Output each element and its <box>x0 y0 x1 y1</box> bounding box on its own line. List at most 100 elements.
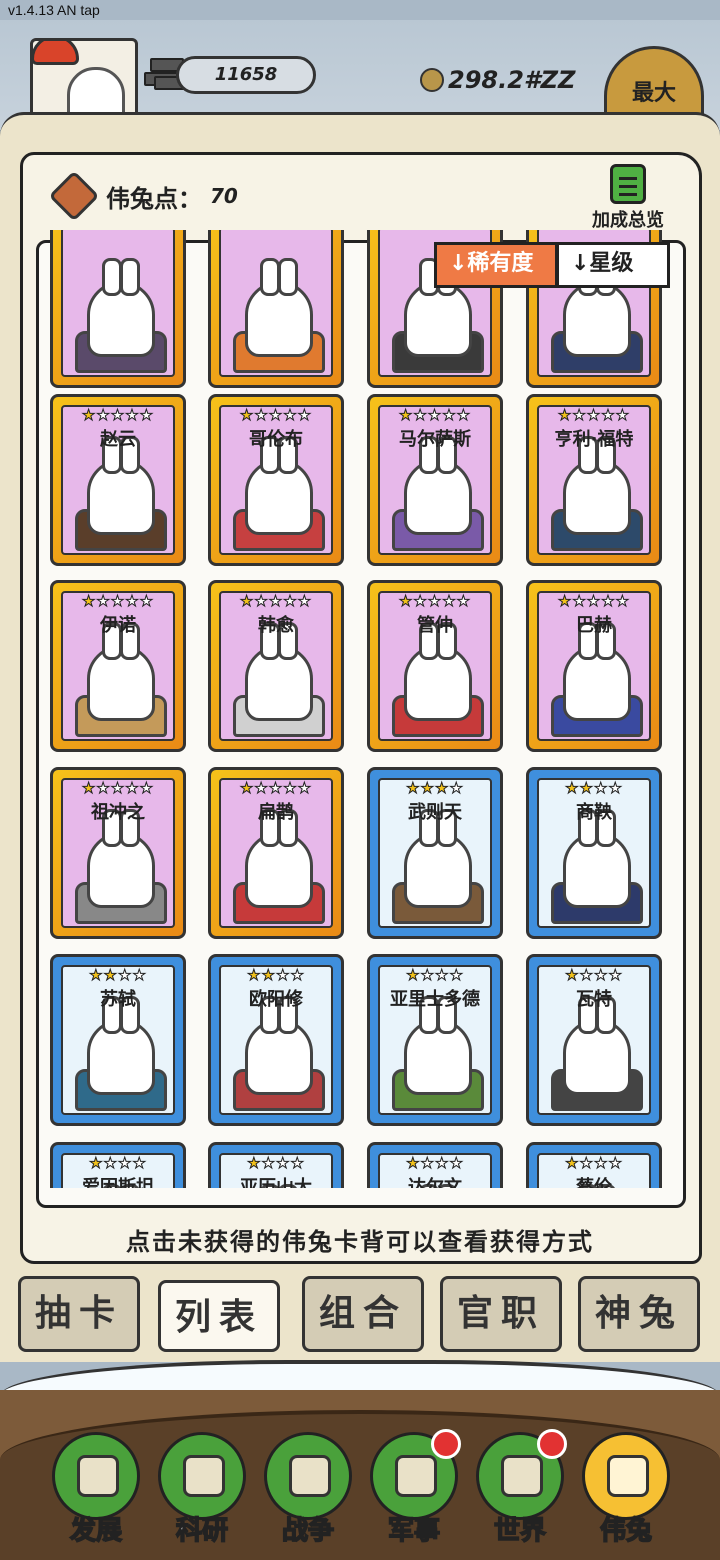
card-name: 商鞅 <box>576 802 612 823</box>
tab-4[interactable]: 神兔 <box>578 1276 700 1352</box>
helmet-icon <box>395 1455 437 1497</box>
rabbit-character-icon <box>87 809 155 908</box>
nav-circle <box>370 1429 461 1520</box>
card-grid[interactable]: ★★★★★ 赵云 ★★★★★ 哥伦布 ★★★★★ 马尔萨斯 ★★★★★ 亨利·福特 ★★★★★ 伊… <box>50 230 672 1188</box>
hero-card[interactable]: ★★★★ 商鞅 <box>526 767 662 939</box>
hero-card[interactable]: ★★★★ 武则天 <box>367 767 503 939</box>
hat-icon <box>33 41 79 65</box>
star-rating: ★★★★★ <box>398 406 472 424</box>
nav-button[interactable]: 世界 <box>474 1429 567 1552</box>
nav-button[interactable]: 科研 <box>156 1432 248 1552</box>
hero-card[interactable]: ★★★★ 亚历山大 <box>208 1142 344 1188</box>
hero-card[interactable]: ★★★★ 欧阳修 <box>208 954 344 1126</box>
tab-3[interactable]: 官职 <box>440 1276 562 1352</box>
hero-card[interactable]: ★★★★★ 哥伦布 <box>208 394 344 566</box>
rabbit-character-icon <box>87 996 155 1095</box>
nav-label: 科研 <box>175 1515 229 1547</box>
star-rating: ★★★★ <box>565 1154 623 1172</box>
star-rating: ★★★★ <box>247 966 305 984</box>
sort-by-rarity-button[interactable]: ↓稀有度 <box>434 242 558 288</box>
rabbit-character-icon <box>563 622 631 721</box>
star-rating: ★★★★ <box>89 1154 147 1172</box>
rabbit-points-value: 70 <box>210 184 238 208</box>
hero-card[interactable]: ★★★★★ 巴赫 <box>526 580 662 752</box>
nav-button[interactable]: 战争 <box>262 1432 354 1552</box>
flask-icon <box>183 1455 225 1497</box>
hero-card[interactable]: ★★★★ 苏轼 <box>50 954 186 1126</box>
hero-card[interactable] <box>208 230 344 388</box>
bonus-overview-label: 加成总览 <box>592 210 664 231</box>
nav-circle <box>52 1432 140 1520</box>
document-icon <box>610 164 646 204</box>
card-name: 爱因斯坦 <box>82 1177 154 1188</box>
star-rating: ★★★★★ <box>81 592 155 610</box>
rabbit-character-icon <box>404 809 472 908</box>
rabbit-character-icon <box>563 996 631 1095</box>
star-rating: ★★★★★ <box>239 406 313 424</box>
tab-0[interactable]: 抽卡 <box>18 1276 140 1352</box>
card-name: 达尔文 <box>408 1177 462 1188</box>
rabbit-character-icon <box>404 996 472 1095</box>
card-name: 蔡伦 <box>576 1177 612 1188</box>
hero-card[interactable]: ★★★★★ 伊诺 <box>50 580 186 752</box>
tab-1[interactable]: 列表 <box>158 1280 280 1352</box>
hero-card[interactable]: ★★★★★ 扁鹊 <box>208 767 344 939</box>
hero-card[interactable]: ★★★★★ 祖冲之 <box>50 767 186 939</box>
star-rating: ★★★★★ <box>398 592 472 610</box>
nav-button[interactable]: 军事 <box>368 1429 461 1552</box>
rabbit-character-icon <box>245 258 313 357</box>
card-name: 亚历山大 <box>240 1177 312 1188</box>
hero-card[interactable] <box>50 230 186 388</box>
hero-card[interactable]: ★★★★ 蔡伦 <box>526 1142 662 1188</box>
rabbit-character-icon <box>87 622 155 721</box>
tab-2[interactable]: 组合 <box>302 1276 424 1352</box>
nav-button[interactable]: 伟兔 <box>580 1432 672 1552</box>
card-name: 马尔萨斯 <box>399 429 471 450</box>
card-name: 祖冲之 <box>91 802 145 823</box>
nav-label: 战争 <box>281 1515 335 1547</box>
star-rating: ★★★★ <box>565 779 623 797</box>
star-rating: ★★★★ <box>406 779 464 797</box>
hero-card[interactable]: ★★★★★ 韩愈 <box>208 580 344 752</box>
version-label: v1.4.13 AN tap <box>8 2 100 18</box>
card-name: 韩愈 <box>258 615 294 636</box>
rabbit-character-icon <box>87 436 155 535</box>
card-name: 瓦特 <box>576 989 612 1010</box>
star-rating: ★★★★★ <box>239 592 313 610</box>
rabbit-character-icon <box>563 258 631 357</box>
rabbit-character-icon <box>245 622 313 721</box>
sort-by-star-button[interactable]: ↓星级 <box>556 242 670 288</box>
rabbit-character-icon <box>404 436 472 535</box>
hero-card[interactable]: ★★★★★ 赵云 <box>50 394 186 566</box>
star-rating: ★★★★★ <box>81 406 155 424</box>
notification-badge <box>537 1429 567 1459</box>
hero-card[interactable]: ★★★★ 爱因斯坦 <box>50 1142 186 1188</box>
hero-card[interactable]: ★★★★★ 亨利·福特 <box>526 394 662 566</box>
globe-icon <box>501 1455 543 1497</box>
card-name: 管仲 <box>417 615 453 636</box>
nav-button[interactable]: 发展 <box>50 1432 142 1552</box>
card-name: 武则天 <box>408 802 462 823</box>
card-name: 赵云 <box>100 429 136 450</box>
card-name: 扁鹊 <box>258 802 294 823</box>
nav-label: 伟兔 <box>599 1515 653 1547</box>
rabbit-character-icon <box>563 436 631 535</box>
rabbit-character-icon <box>87 258 155 357</box>
card-name: 哥伦布 <box>249 429 303 450</box>
hero-card[interactable]: ★★★★★ 马尔萨斯 <box>367 394 503 566</box>
hero-card[interactable]: ★★★★ 亚里士多德 <box>367 954 503 1126</box>
nav-circle <box>158 1432 246 1520</box>
hero-card[interactable]: ★★★★ 瓦特 <box>526 954 662 1126</box>
hero-card[interactable]: ★★★★ 达尔文 <box>367 1142 503 1188</box>
rabbit-character-icon <box>245 996 313 1095</box>
rabbit-character-icon <box>404 258 472 357</box>
rabbit-character-icon <box>245 809 313 908</box>
coin-value: 298.2#ZZ <box>448 66 576 94</box>
bonus-overview-button[interactable]: 加成总览 <box>580 164 676 232</box>
star-rating: ★★★★ <box>406 966 464 984</box>
card-name: 巴赫 <box>576 615 612 636</box>
star-rating: ★★★★★ <box>239 779 313 797</box>
hero-card[interactable]: ★★★★★ 管仲 <box>367 580 503 752</box>
star-rating: ★★★★★ <box>557 592 631 610</box>
star-rating: ★★★★ <box>247 1154 305 1172</box>
